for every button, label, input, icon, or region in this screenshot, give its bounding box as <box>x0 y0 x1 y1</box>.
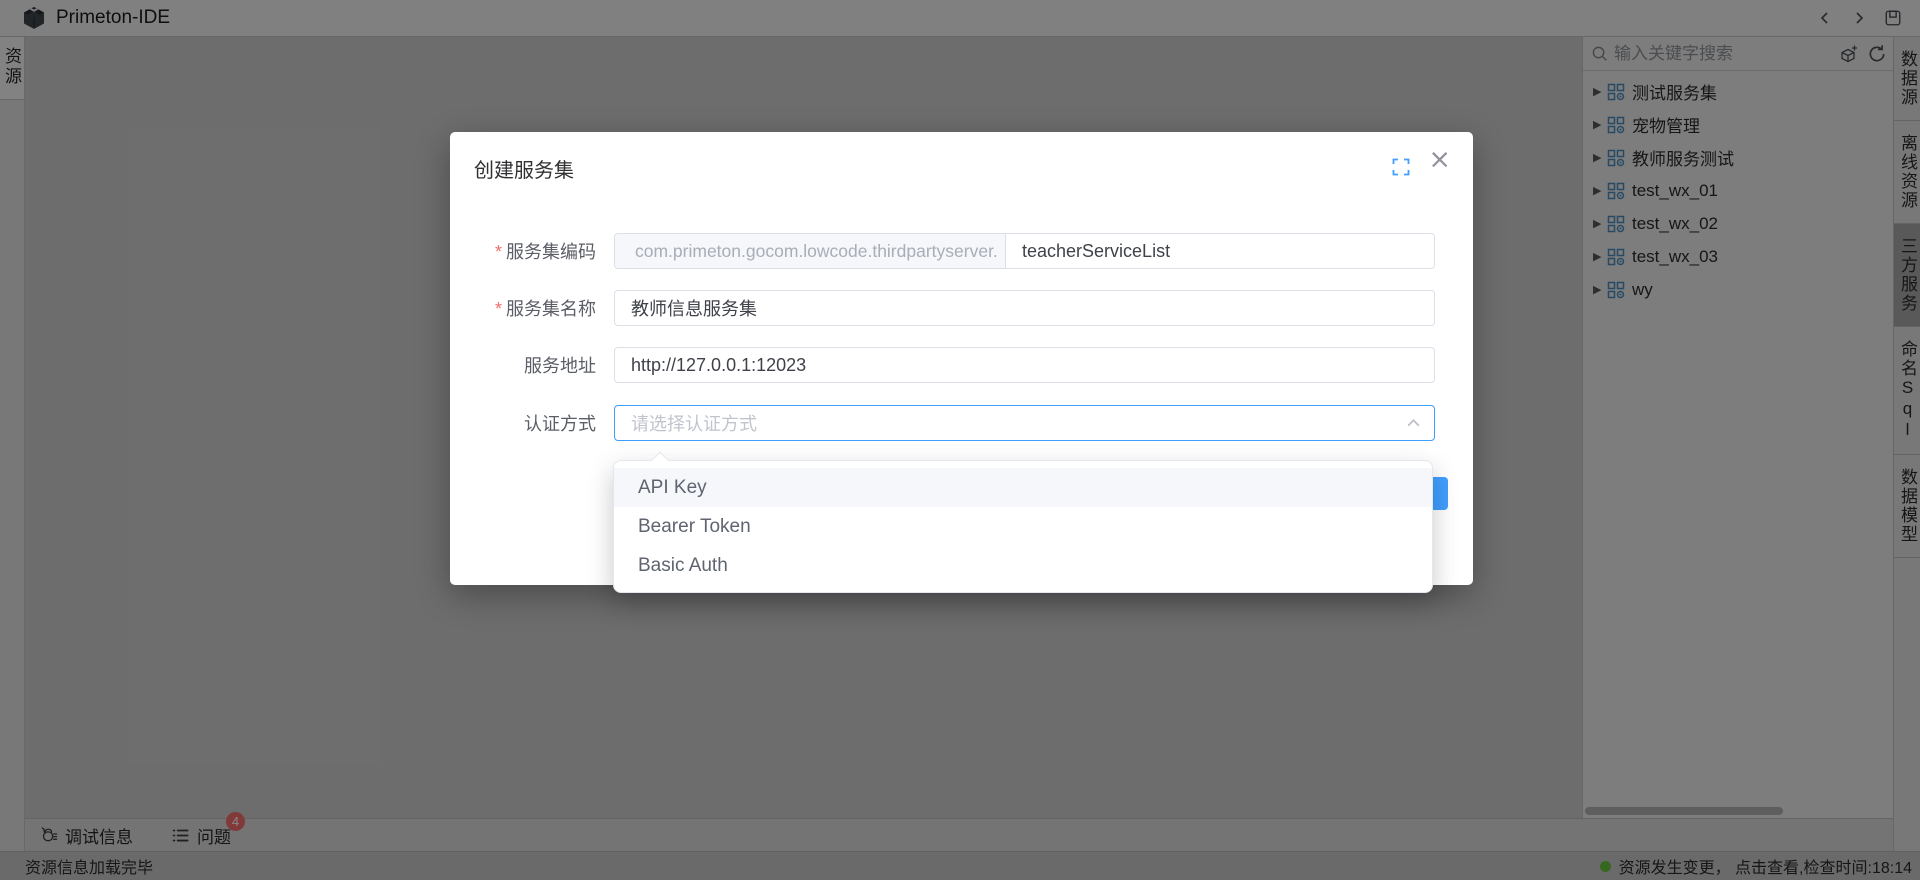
field-label: 服务地址 <box>524 356 596 376</box>
field-label: 服务集名称 <box>506 299 596 319</box>
required-asterisk: * <box>495 242 502 262</box>
form-row-service-address: 服务地址 <box>474 347 1449 383</box>
field-label: 认证方式 <box>524 414 596 434</box>
service-name-input[interactable] <box>614 290 1435 326</box>
maximize-icon[interactable] <box>1391 157 1411 177</box>
dropdown-option-bearer-token[interactable]: Bearer Token <box>614 507 1432 546</box>
field-label: 服务集编码 <box>506 242 596 262</box>
form-row-service-set-name: *服务集名称 <box>474 290 1449 326</box>
service-code-input[interactable] <box>1006 234 1434 268</box>
chevron-up-icon <box>1405 415 1422 432</box>
close-icon[interactable]: × <box>1428 146 1451 173</box>
service-address-input[interactable] <box>614 347 1435 383</box>
auth-method-select[interactable]: 请选择认证方式 <box>614 405 1435 441</box>
select-placeholder: 请选择认证方式 <box>631 410 1405 436</box>
required-asterisk: * <box>495 299 502 319</box>
dropdown-option-basic-auth[interactable]: Basic Auth <box>614 546 1432 585</box>
dropdown-option-list: API Key Bearer Token Basic Auth <box>614 461 1432 592</box>
service-code-prefix: com.primeton.gocom.lowcode.thirdpartyser… <box>615 234 1006 268</box>
primeton-ide-window: Primeton-IDE 资源 <box>0 0 1920 880</box>
form-row-service-set-code: *服务集编码 com.primeton.gocom.lowcode.thirdp… <box>474 233 1449 269</box>
dropdown-option-api-key[interactable]: API Key <box>614 468 1432 507</box>
auth-method-dropdown: API Key Bearer Token Basic Auth <box>613 460 1433 593</box>
dialog-title: 创建服务集 <box>474 154 574 183</box>
form-row-auth-method: 认证方式 请选择认证方式 <box>474 405 1449 441</box>
